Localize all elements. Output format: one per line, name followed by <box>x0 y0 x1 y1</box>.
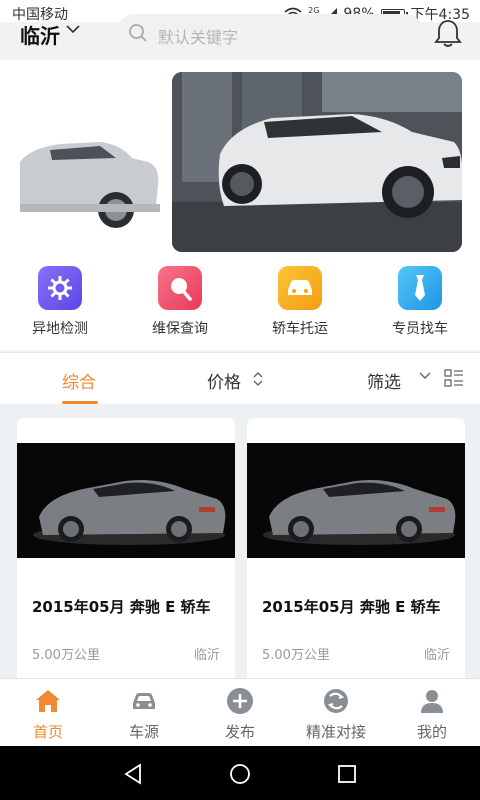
tie-icon <box>398 266 442 310</box>
chevron-down-icon[interactable] <box>418 371 432 381</box>
tab-price[interactable]: 价格 <box>207 368 241 393</box>
tab-composite[interactable]: 综合 <box>62 368 96 393</box>
tab-label: 首页 <box>32 723 63 741</box>
car-card[interactable]: 2015年05月 奔驰 E 轿车 5.00万公里 临沂 <box>247 418 465 678</box>
car-card[interactable]: 2015年05月 奔驰 E 轿车 5.00万公里 临沂 <box>17 418 235 678</box>
tab-filter[interactable]: 筛选 <box>367 368 401 393</box>
bell-icon[interactable] <box>434 18 462 48</box>
magnifier-icon <box>158 266 202 310</box>
car-photo <box>17 443 235 558</box>
search-icon <box>129 24 147 42</box>
user-icon <box>421 690 443 713</box>
quick-action-remote-inspection[interactable]: 异地检测 <box>0 266 120 350</box>
sort-icon[interactable] <box>252 371 264 387</box>
car-photo <box>247 443 465 558</box>
list-layout-icon[interactable] <box>444 369 464 387</box>
car-icon <box>278 266 322 310</box>
precise-match-icon <box>324 689 348 713</box>
car-title: 2015年05月 奔驰 E 轿车 <box>262 598 441 616</box>
car-title: 2015年05月 奔驰 E 轿车 <box>32 598 211 616</box>
quick-action-maintenance-query[interactable]: 维保查询 <box>120 266 240 350</box>
banner-carousel[interactable] <box>0 60 480 309</box>
banner-prev-slide[interactable] <box>20 100 170 270</box>
recents-icon[interactable] <box>336 763 358 785</box>
sort-filter-bar: 综合 价格 筛选 <box>0 352 480 404</box>
car-mileage: 5.00万公里 <box>32 648 100 663</box>
car-city: 临沂 <box>423 648 450 663</box>
car-listing-grid: 2015年05月 奔驰 E 轿车 5.00万公里 临沂 2015年05月 奔驰 … <box>0 404 480 678</box>
tab-label: 精准对接 <box>305 723 366 741</box>
chevron-down-icon[interactable] <box>66 24 80 34</box>
banner-current-slide[interactable] <box>172 72 462 252</box>
tab-label: 车源 <box>128 723 159 741</box>
banner-car-photo <box>172 72 462 252</box>
back-icon[interactable] <box>122 763 144 785</box>
system-navigation-bar <box>0 746 480 800</box>
tab-car-source[interactable]: 车源 <box>96 679 192 746</box>
tab-publish[interactable]: 发布 <box>192 679 288 746</box>
plus-icon <box>227 688 253 714</box>
quick-action-label: 异地检测 <box>32 321 88 337</box>
gear-icon <box>38 266 82 310</box>
quick-action-label: 专员找车 <box>392 321 448 337</box>
car-city: 临沂 <box>193 648 220 663</box>
quick-action-car-shipping[interactable]: 轿车托运 <box>240 266 360 350</box>
home-icon <box>36 690 60 712</box>
tab-home[interactable]: 首页 <box>0 679 96 746</box>
tab-mine[interactable]: 我的 <box>384 679 480 746</box>
search-placeholder: 默认关键字 <box>158 28 239 47</box>
quick-action-label: 轿车托运 <box>272 321 328 337</box>
car-mileage: 5.00万公里 <box>262 648 330 663</box>
car-source-icon <box>133 693 155 709</box>
bottom-tab-bar: 首页 车源 发布 精准对接 我的 <box>0 678 480 746</box>
tab-label: 发布 <box>224 723 255 741</box>
tab-precise-match[interactable]: 精准对接 <box>288 679 384 746</box>
top-header: 临沂 默认关键字 <box>0 10 480 60</box>
home-circle-icon[interactable] <box>229 763 251 785</box>
quick-actions: 异地检测 维保查询 轿车托运 专员找车 <box>0 266 480 350</box>
quick-action-label: 维保查询 <box>152 321 208 337</box>
city-selector[interactable]: 临沂 <box>20 20 60 49</box>
tab-label: 我的 <box>416 723 447 741</box>
search-input[interactable]: 默认关键字 <box>116 14 424 52</box>
quick-action-specialist-find-car[interactable]: 专员找车 <box>360 266 480 350</box>
